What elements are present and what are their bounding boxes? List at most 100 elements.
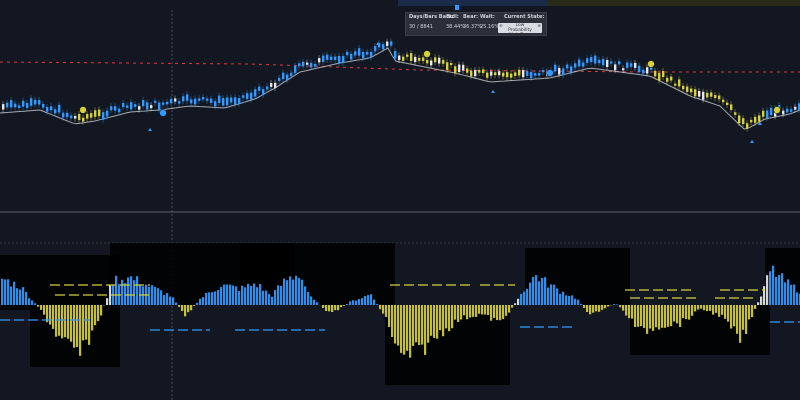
- histogram-bar-0: [1, 278, 4, 305]
- histogram-bar-24: [73, 305, 76, 348]
- candle-body-176: [706, 92, 709, 98]
- histogram-bar-172: [517, 298, 520, 305]
- histogram-bar-89: [268, 294, 271, 305]
- histogram-bar-36: [109, 284, 112, 305]
- histogram-bar-73: [220, 287, 223, 305]
- histogram-bar-206: [619, 305, 622, 308]
- histogram-bar-61: [184, 305, 187, 317]
- candle-body-102: [410, 53, 413, 61]
- histogram-bar-219: [658, 305, 661, 330]
- histogram-bar-169: [508, 305, 511, 313]
- histogram-bar-31: [94, 305, 97, 326]
- candle-body-41: [166, 101, 169, 105]
- histogram-bar-196: [589, 305, 592, 315]
- histogram-bar-29: [88, 305, 91, 345]
- histogram-bar-263: [790, 284, 793, 305]
- histogram-bar-68: [205, 293, 208, 305]
- histogram-bar-11: [34, 303, 37, 305]
- candle-body-51: [206, 98, 209, 101]
- histogram-bar-225: [676, 305, 679, 324]
- histogram-bar-161: [484, 305, 487, 315]
- histogram-bar-245: [736, 305, 739, 334]
- candle-body-198: [794, 106, 797, 110]
- histogram-bar-74: [223, 284, 226, 305]
- histogram-bar-62: [187, 305, 190, 313]
- candle-body-116: [466, 68, 469, 73]
- candle-body-57: [230, 97, 233, 103]
- histogram-bar-91: [274, 290, 277, 305]
- histogram-bar-211: [634, 305, 637, 327]
- candle-body-158: [634, 62, 637, 68]
- histogram-bar-152: [457, 305, 460, 322]
- current-state-label: Low Probability Wait Zone: [508, 23, 532, 38]
- candle-body-21: [86, 114, 89, 119]
- histogram-bar-231: [694, 305, 697, 312]
- candle-body-156: [626, 62, 629, 68]
- histogram-bar-232: [697, 305, 700, 310]
- histogram-bar-184: [553, 284, 556, 305]
- histogram-bar-127: [382, 305, 385, 314]
- candle-body-48: [194, 98, 197, 105]
- candle-body-183: [734, 112, 737, 115]
- histogram-bar-75: [226, 284, 229, 305]
- candle-body-0: [2, 104, 5, 110]
- histogram-bar-217: [652, 305, 655, 331]
- candle-body-6: [26, 103, 29, 108]
- histogram-bar-72: [217, 290, 220, 305]
- candle-body-149: [598, 59, 601, 64]
- candle-body-157: [630, 63, 633, 67]
- histogram-bar-132: [397, 305, 400, 346]
- histogram-bar-95: [286, 280, 289, 305]
- candle-body-186: [746, 123, 749, 129]
- candle-body-89: [358, 48, 361, 56]
- candle-body-103: [414, 56, 417, 63]
- candle-body-107: [430, 60, 433, 66]
- candle-body-27: [110, 106, 113, 111]
- current-state-badge: ⊗ Low Probability Wait Zone ⊗: [498, 23, 542, 38]
- histogram-bar-97: [292, 279, 295, 305]
- histogram-bar-116: [349, 301, 352, 305]
- candle-body-161: [646, 67, 649, 74]
- candle-body-15: [62, 112, 65, 118]
- candle-body-167: [670, 76, 673, 81]
- histogram-bar-129: [388, 305, 391, 327]
- candle-body-189: [758, 115, 761, 122]
- histogram-bar-124: [373, 299, 376, 305]
- histogram-bar-204: [613, 304, 616, 305]
- candle-body-64: [258, 86, 261, 91]
- candle-body-5: [22, 100, 25, 107]
- histogram-bar-130: [391, 305, 394, 337]
- histogram-bar-248: [745, 305, 748, 334]
- histogram-bar-8: [25, 291, 28, 305]
- candle-body-115: [462, 64, 465, 71]
- histogram-bar-16: [49, 305, 52, 325]
- candle-body-104: [418, 57, 421, 61]
- histogram-bar-47: [142, 286, 145, 305]
- candle-body-125: [502, 72, 505, 77]
- chart-canvas[interactable]: [0, 0, 800, 400]
- histogram-bar-114: [343, 305, 346, 306]
- candle-body-81: [326, 54, 329, 60]
- candle-body-142: [570, 66, 573, 73]
- candle-body-134: [538, 73, 541, 76]
- candle-body-63: [254, 89, 257, 97]
- candle-body-36: [146, 102, 149, 110]
- candle-body-145: [582, 62, 585, 67]
- candle-body-77: [310, 62, 313, 68]
- histogram-bar-158: [475, 305, 478, 317]
- candle-body-173: [694, 89, 697, 97]
- candle-body-153: [614, 64, 617, 71]
- histogram-bar-178: [535, 275, 538, 305]
- histogram-bar-229: [688, 305, 691, 320]
- histogram-bar-133: [400, 305, 403, 353]
- histogram-bar-54: [163, 295, 166, 305]
- histogram-bar-223: [670, 305, 673, 327]
- histogram-bar-111: [334, 305, 337, 311]
- candle-body-19: [78, 114, 81, 121]
- histogram-bar-265: [796, 292, 799, 305]
- histogram-bar-50: [151, 285, 154, 305]
- histogram-bar-151: [454, 305, 457, 320]
- histogram-bar-65: [196, 302, 199, 305]
- top-signal-marker: [455, 5, 459, 10]
- histogram-bar-109: [328, 305, 331, 312]
